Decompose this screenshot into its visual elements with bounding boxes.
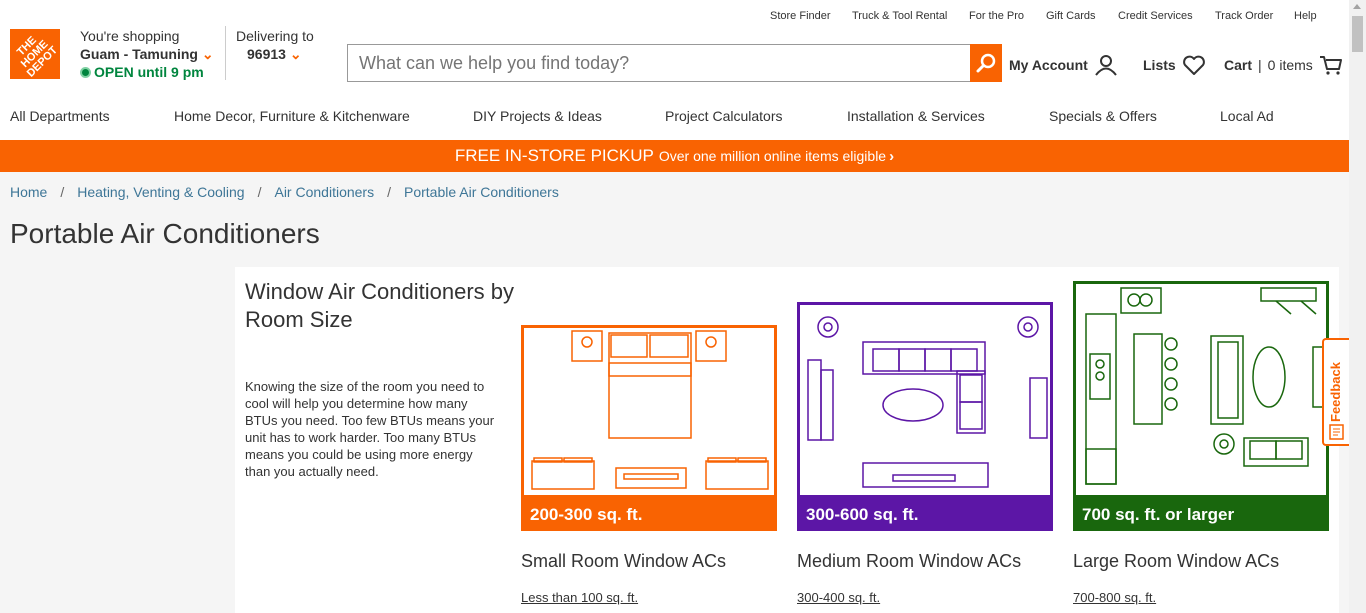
nav-all-departments[interactable]: All Departments: [10, 108, 110, 124]
bedroom-floorplan-icon: [531, 330, 769, 490]
medium-room-card[interactable]: 300-600 sq. ft.: [797, 302, 1053, 531]
store-name: Guam - Tamuning: [80, 46, 198, 62]
nav-project-calculators[interactable]: Project Calculators: [665, 108, 783, 124]
feedback-icon: [1329, 424, 1344, 440]
small-room-size: 200-300 sq. ft.: [524, 495, 774, 528]
breadcrumb-air-conditioners[interactable]: Air Conditioners: [274, 184, 374, 200]
feedback-label: Feedback: [1328, 362, 1343, 422]
nav-local-ad[interactable]: Local Ad: [1220, 108, 1274, 124]
medium-room-size: 300-600 sq. ft.: [800, 495, 1050, 528]
util-link-store-finder[interactable]: Store Finder: [770, 10, 831, 22]
promo-subtext: Over one million online items eligible: [658, 148, 887, 164]
scroll-up-icon[interactable]: [1353, 4, 1361, 9]
lists-label: Lists: [1143, 57, 1176, 73]
nav-home-decor[interactable]: Home Decor, Furniture & Kitchenware: [174, 108, 410, 124]
feedback-tab[interactable]: Feedback: [1322, 338, 1349, 446]
cart-button[interactable]: Cart | 0 items: [1224, 54, 1343, 76]
search-button[interactable]: [970, 44, 1002, 82]
util-link-gift-cards[interactable]: Gift Cards: [1046, 10, 1096, 22]
cart-count: 0 items: [1267, 57, 1313, 73]
my-account-button[interactable]: My Account: [1009, 54, 1118, 76]
panel-title: Window Air Conditioners by Room Size: [245, 279, 515, 332]
user-icon: [1095, 55, 1117, 76]
util-link-credit-services[interactable]: Credit Services: [1118, 10, 1193, 22]
large-room-size: 700 sq. ft. or larger: [1076, 495, 1326, 528]
logo-text: THE HOME DEPOT: [14, 33, 61, 80]
panel-description: Knowing the size of the room you need to…: [245, 379, 495, 479]
header-divider: [225, 26, 226, 80]
store-hours: until 9 pm: [137, 64, 204, 80]
chevron-down-icon: ⌄: [201, 46, 214, 62]
delivery-zip: 96913: [247, 46, 286, 62]
delivery-label: Delivering to: [236, 28, 314, 44]
breadcrumb: Home / Heating, Venting & Cooling / Air Cond…: [10, 184, 559, 200]
my-account-label: My Account: [1009, 57, 1088, 73]
cart-label: Cart: [1224, 57, 1253, 73]
breadcrumb-portable-acs[interactable]: Portable Air Conditioners: [404, 184, 559, 200]
breadcrumb-home[interactable]: Home: [10, 184, 47, 200]
util-link-for-the-pro[interactable]: For the Pro: [969, 10, 1024, 22]
util-link-truck-rental[interactable]: Truck & Tool Rental: [852, 10, 947, 22]
page-title: Portable Air Conditioners: [10, 218, 320, 249]
nav-diy-projects[interactable]: DIY Projects & Ideas: [473, 108, 602, 124]
large-room-title[interactable]: Large Room Window ACs: [1073, 551, 1279, 572]
store-label: You're shopping: [80, 28, 180, 44]
open-floorplan-icon: [1085, 287, 1329, 485]
scrollbar-thumb[interactable]: [1352, 16, 1363, 52]
store-selector[interactable]: You're shopping Guam - Tamuning ⌄ OPEN u…: [80, 27, 214, 81]
lists-button[interactable]: Lists: [1143, 54, 1206, 76]
home-depot-logo[interactable]: THE HOME DEPOT: [10, 29, 60, 79]
large-room-card[interactable]: 700 sq. ft. or larger: [1073, 281, 1329, 531]
cart-icon: [1319, 56, 1342, 75]
search-bar: [347, 44, 1002, 82]
medium-room-title[interactable]: Medium Room Window ACs: [797, 551, 1021, 572]
chevron-right-icon: ›: [889, 147, 895, 165]
chevron-down-icon: ⌄: [289, 46, 302, 62]
large-room-link[interactable]: 700-800 sq. ft.: [1073, 590, 1156, 605]
small-room-title[interactable]: Small Room Window ACs: [521, 551, 726, 572]
scrollbar[interactable]: [1349, 0, 1366, 613]
small-room-card[interactable]: 200-300 sq. ft.: [521, 325, 777, 531]
store-status: OPEN: [94, 64, 134, 80]
delivery-selector[interactable]: Delivering to 96913 ⌄: [236, 27, 314, 63]
promo-banner[interactable]: FREE IN-STORE PICKUP Over one million on…: [0, 140, 1349, 172]
nav-specials-offers[interactable]: Specials & Offers: [1049, 108, 1157, 124]
nav-installation-services[interactable]: Installation & Services: [847, 108, 985, 124]
medium-room-link[interactable]: 300-400 sq. ft.: [797, 590, 880, 605]
medium-room-floorplan: [800, 305, 1050, 495]
small-room-floorplan: [524, 328, 774, 495]
search-input[interactable]: [348, 45, 970, 81]
breadcrumb-hvac[interactable]: Heating, Venting & Cooling: [77, 184, 244, 200]
promo-headline: FREE IN-STORE PICKUP: [454, 146, 654, 165]
small-room-link[interactable]: Less than 100 sq. ft.: [521, 590, 638, 605]
search-icon: [976, 53, 996, 73]
util-link-track-order[interactable]: Track Order: [1215, 10, 1273, 22]
util-link-help[interactable]: Help: [1294, 10, 1317, 22]
heart-icon: [1182, 55, 1205, 75]
open-status-icon: [80, 67, 91, 78]
living-room-floorplan-icon: [807, 316, 1048, 488]
large-room-floorplan: [1076, 284, 1329, 495]
